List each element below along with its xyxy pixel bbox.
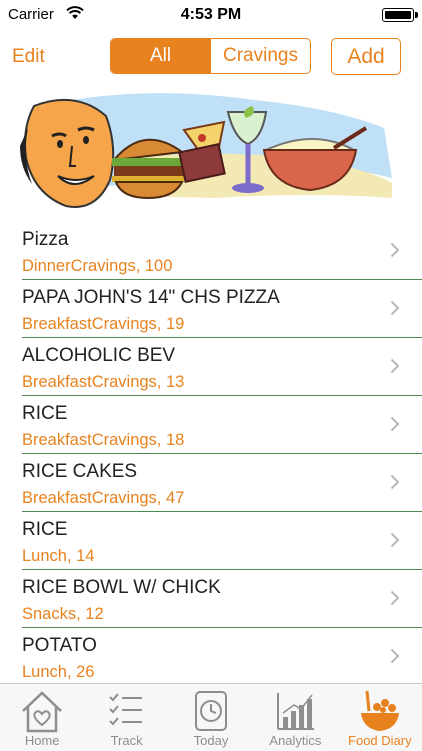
list-item[interactable]: Pizza DinnerCravings, 100 — [22, 222, 422, 280]
item-title: RICE — [22, 403, 68, 424]
food-bowl-icon — [360, 690, 399, 731]
chevron-right-icon — [390, 532, 400, 548]
list-item[interactable]: ALCOHOLIC BEV BreakfastCravings, 13 — [22, 338, 422, 396]
battery-icon — [382, 8, 418, 22]
tab-label: Analytics — [269, 733, 322, 748]
tab-label: Home — [24, 733, 60, 748]
tab-label: Today — [193, 733, 229, 748]
status-bar: Carrier 4:53 PM — [0, 0, 422, 30]
list-item[interactable]: RICE Lunch, 14 — [22, 512, 422, 570]
clock-icon — [195, 691, 228, 731]
item-title: RICE — [22, 519, 68, 540]
tab-label: Track — [110, 733, 143, 748]
tab-analytics[interactable]: Analytics — [253, 684, 337, 751]
item-subtitle: Snacks, 12 — [22, 605, 104, 623]
chevron-right-icon — [390, 358, 400, 374]
item-subtitle: Lunch, 14 — [22, 547, 95, 565]
item-title: RICE BOWL W/ CHICK — [22, 577, 221, 598]
bar-chart-icon — [277, 693, 315, 730]
home-icon — [22, 691, 63, 733]
chevron-right-icon — [390, 648, 400, 664]
list-item[interactable]: POTATO Lunch, 26 — [22, 628, 422, 685]
item-subtitle: Lunch, 26 — [22, 663, 95, 681]
list-item[interactable]: RICE BreakfastCravings, 18 — [22, 396, 422, 454]
tab-home[interactable]: Home — [0, 684, 84, 751]
edit-button[interactable]: Edit — [12, 46, 45, 68]
item-subtitle: DinnerCravings, 100 — [22, 257, 173, 275]
chevron-right-icon — [390, 590, 400, 606]
tab-today[interactable]: Today — [169, 684, 253, 751]
chevron-right-icon — [390, 416, 400, 432]
item-subtitle: BreakfastCravings, 19 — [22, 315, 185, 333]
list-item[interactable]: PAPA JOHN'S 14" CHS PIZZA BreakfastCravi… — [22, 280, 422, 338]
item-title: RICE CAKES — [22, 461, 138, 482]
item-title: Pizza — [22, 229, 69, 250]
item-title: ALCOHOLIC BEV — [22, 345, 176, 366]
navigation-bar: Edit All Cravings Add — [0, 30, 422, 84]
clock-time: 4:53 PM — [180, 6, 242, 23]
item-subtitle: BreakfastCravings, 47 — [22, 489, 185, 507]
segment-cravings[interactable]: Cravings — [210, 39, 310, 73]
tab-bar: Home Track Today Analytics Food Diary — [0, 683, 422, 751]
chevron-right-icon — [390, 474, 400, 490]
food-item-list: Pizza DinnerCravings, 100 PAPA JOHN'S 14… — [0, 222, 422, 685]
segment-all[interactable]: All — [111, 39, 210, 73]
tab-track[interactable]: Track — [84, 684, 168, 751]
food-banner-illustration — [14, 88, 394, 212]
item-title: POTATO — [22, 635, 97, 656]
list-item[interactable]: RICE CAKES BreakfastCravings, 47 — [22, 454, 422, 512]
chevron-right-icon — [390, 300, 400, 316]
item-title: PAPA JOHN'S 14" CHS PIZZA — [22, 287, 280, 308]
tab-food-diary[interactable]: Food Diary — [338, 684, 422, 751]
checklist-icon — [108, 693, 142, 726]
add-button[interactable]: Add — [331, 38, 401, 75]
chevron-right-icon — [390, 242, 400, 258]
item-subtitle: BreakfastCravings, 18 — [22, 431, 185, 449]
filter-segmented-control: All Cravings — [110, 38, 311, 74]
item-subtitle: BreakfastCravings, 13 — [22, 373, 185, 391]
tab-label: Food Diary — [348, 733, 412, 748]
list-item[interactable]: RICE BOWL W/ CHICK Snacks, 12 — [22, 570, 422, 628]
